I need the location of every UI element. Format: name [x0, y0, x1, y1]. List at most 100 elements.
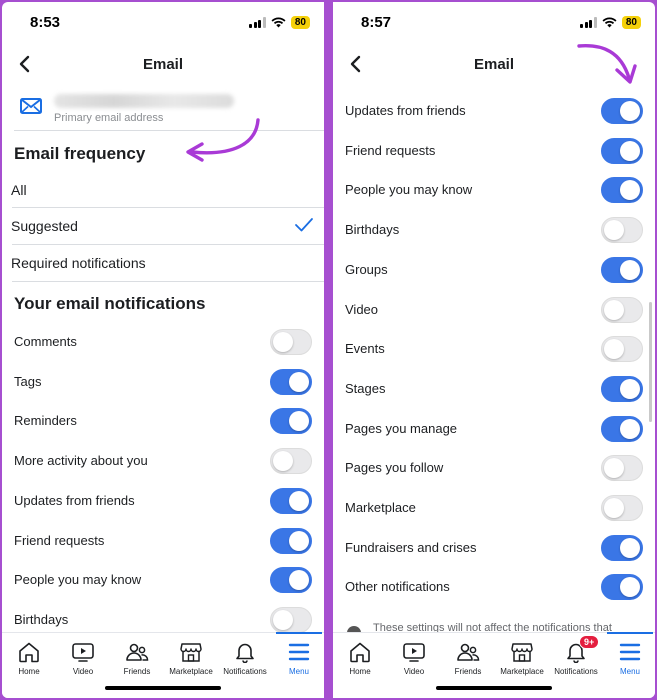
toggle-knob: [604, 498, 624, 518]
toggle-knob: [604, 220, 624, 241]
status-time: 8:53: [30, 14, 61, 31]
toggle-knob: [273, 451, 293, 472]
toggle-knob: [289, 530, 309, 551]
notification-row-more-activity-about-you: More activity about you: [2, 441, 324, 481]
mail-icon: [20, 98, 42, 114]
notification-label: Comments: [14, 334, 77, 349]
toggle-events[interactable]: [601, 336, 643, 363]
notification-row-updates-from-friends: Updates from friends: [333, 91, 655, 131]
home-icon: [19, 642, 39, 663]
checkmark-icon: [295, 218, 313, 232]
notification-label: Events: [345, 341, 385, 357]
notification-label: Friend requests: [14, 532, 105, 548]
toggle-people-you-may-know[interactable]: [270, 567, 312, 594]
frequency-option-required[interactable]: Required notifications: [2, 245, 324, 281]
notification-label: Friend requests: [345, 142, 436, 158]
notification-row-people-you-may-know: People you may know: [333, 170, 655, 210]
toggle-knob: [620, 140, 640, 161]
tab-marketplace[interactable]: Marketplace: [495, 633, 549, 683]
toggle-tags[interactable]: [270, 368, 312, 395]
toggle-friend-requests[interactable]: [270, 527, 312, 554]
annotation-arrow-icon: [577, 44, 637, 84]
toggle-knob: [620, 180, 640, 201]
toggle-groups[interactable]: [601, 256, 643, 283]
tab-home[interactable]: Home: [333, 633, 387, 683]
toggle-knob: [604, 299, 624, 320]
primary-email-row[interactable]: Primary email address: [2, 90, 324, 130]
friends-icon: [126, 643, 149, 661]
toggle-other-notifications[interactable]: [601, 574, 643, 601]
tab-notifications[interactable]: Notifications: [218, 633, 272, 683]
email-frequency-title: Email frequency: [14, 144, 146, 163]
toggle-comments[interactable]: [270, 329, 312, 355]
toggle-fundraisers-and-crises[interactable]: [601, 534, 643, 561]
tab-menu[interactable]: Menu: [603, 632, 655, 683]
tab-friends[interactable]: Friends: [441, 633, 495, 683]
notification-label: Reminders: [14, 413, 77, 429]
wifi-icon: [271, 17, 286, 28]
divider: [12, 281, 324, 282]
toggle-pages-you-follow[interactable]: [601, 455, 643, 482]
toggle-birthdays[interactable]: [270, 606, 312, 633]
toggle-friend-requests[interactable]: [601, 137, 643, 164]
frequency-option-label: All: [11, 182, 27, 198]
tab-home[interactable]: Home: [2, 633, 56, 683]
scrollbar[interactable]: [649, 302, 652, 422]
frequency-option-all[interactable]: All: [2, 172, 324, 208]
status-icons: 80: [580, 16, 641, 29]
notification-row-pages-you-manage: Pages you manage: [333, 409, 655, 449]
toggle-birthdays[interactable]: [601, 217, 643, 244]
tab-marketplace[interactable]: Marketplace: [164, 633, 218, 683]
tab-video[interactable]: Video: [387, 633, 441, 683]
toggle-marketplace[interactable]: [601, 495, 643, 521]
toggle-knob: [273, 332, 293, 352]
toggle-video[interactable]: [601, 296, 643, 323]
toggle-knob: [289, 411, 309, 432]
bell-icon: [236, 643, 254, 663]
home-icon: [350, 642, 370, 663]
tab-friends[interactable]: Friends: [110, 633, 164, 683]
notification-row-groups: Groups: [333, 250, 655, 290]
phone-screen-right: 8:57 80 Email Updates from friends Friend…: [333, 2, 655, 698]
toggle-knob: [620, 418, 640, 439]
notification-row-friend-requests: Friend requests: [2, 521, 324, 561]
email-sublabel: Primary email address: [54, 112, 164, 124]
frequency-option-label: Suggested: [11, 218, 78, 234]
notification-row-tags: Tags: [2, 362, 324, 402]
marketplace-icon: [511, 643, 533, 662]
toggle-more-activity-about-you[interactable]: [270, 448, 312, 475]
home-indicator: [436, 686, 552, 690]
notification-label: Video: [345, 301, 379, 317]
notification-label: Groups: [345, 261, 388, 277]
toggle-pages-you-manage[interactable]: [601, 415, 643, 442]
annotation-arrow-icon: [186, 118, 260, 162]
toggle-knob: [620, 101, 640, 121]
bottom-tab-bar: Home Video Friends Marketplace Notificat…: [2, 632, 324, 698]
notification-row-people-you-may-know: People you may know: [2, 560, 324, 600]
tab-label: Menu: [288, 667, 309, 676]
tab-label: Menu: [619, 667, 640, 676]
menu-icon: [619, 643, 641, 661]
toggle-knob: [273, 609, 293, 630]
toggle-reminders[interactable]: [270, 408, 312, 435]
toggle-people-you-may-know[interactable]: [601, 177, 643, 204]
notification-badge: 9+: [579, 635, 600, 649]
tab-menu[interactable]: Menu: [272, 632, 324, 683]
notification-label: People you may know: [345, 182, 473, 198]
tab-notifications[interactable]: 9+ Notifications: [549, 633, 603, 683]
email-notifications-title: Your email notifications: [14, 294, 206, 313]
video-icon: [72, 643, 94, 662]
divider: [14, 130, 324, 131]
toggle-updates-from-friends[interactable]: [601, 98, 643, 124]
notification-row-stages: Stages: [333, 369, 655, 409]
tab-video[interactable]: Video: [56, 633, 110, 683]
friends-icon: [457, 643, 480, 661]
toggle-updates-from-friends[interactable]: [270, 487, 312, 514]
notification-label: Updates from friends: [345, 103, 466, 118]
toggle-knob: [289, 490, 309, 511]
notification-row-updates-from-friends: Updates from friends: [2, 481, 324, 521]
frequency-option-suggested[interactable]: Suggested: [2, 208, 324, 244]
signal-icon: [580, 17, 597, 28]
notification-label: Tags: [14, 373, 42, 389]
toggle-stages[interactable]: [601, 375, 643, 402]
